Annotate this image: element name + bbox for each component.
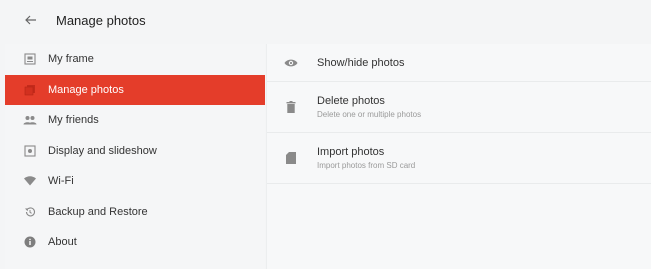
sidebar-item-my-friends[interactable]: My friends [5, 105, 265, 136]
wifi-icon [23, 174, 37, 188]
arrow-left-icon [25, 15, 36, 25]
show-hide-photos-item[interactable]: Show/hide photos [267, 44, 651, 82]
trash-icon [284, 100, 298, 114]
frame-icon [23, 52, 37, 66]
top-bar: Manage photos [0, 0, 651, 40]
people-icon [23, 113, 37, 127]
sidebar-item-label: Display and slideshow [48, 144, 157, 157]
item-subtitle: Delete one or multiple photos [317, 110, 422, 119]
sidebar-item-label: About [48, 236, 77, 249]
sidebar-item-label: My frame [48, 53, 94, 66]
eye-icon [284, 56, 298, 70]
sidebar-item-label: My friends [48, 114, 99, 127]
photos-icon [23, 83, 37, 97]
sidebar-item-label: Manage photos [48, 83, 124, 96]
sidebar-item-about[interactable]: About [5, 227, 265, 258]
sidebar-item-label: Wi-Fi [48, 175, 74, 188]
sidebar-item-wifi[interactable]: Wi-Fi [5, 166, 265, 197]
settings-sidebar: My frame Manage photos My friends Displa… [5, 44, 265, 269]
sidebar-item-manage-photos[interactable]: Manage photos [5, 74, 265, 105]
item-subtitle: Import photos from SD card [317, 161, 416, 170]
sd-card-icon [284, 151, 298, 165]
back-button[interactable] [22, 11, 40, 29]
delete-photos-item[interactable]: Delete photos Delete one or multiple pho… [267, 82, 651, 133]
page-title: Manage photos [56, 12, 146, 28]
sidebar-item-display-and-slideshow[interactable]: Display and slideshow [5, 136, 265, 167]
item-label: Show/hide photos [317, 56, 405, 69]
sidebar-item-backup-and-restore[interactable]: Backup and Restore [5, 197, 265, 228]
display-icon [23, 144, 37, 158]
item-label: Import photos [317, 146, 385, 158]
restore-icon [23, 205, 37, 219]
item-label: Delete photos [317, 95, 385, 107]
manage-photos-panel: Show/hide photos Delete photos Delete on… [266, 44, 651, 269]
import-photos-item[interactable]: Import photos Import photos from SD card [267, 133, 651, 184]
sidebar-item-label: Backup and Restore [48, 205, 148, 218]
sidebar-item-my-frame[interactable]: My frame [5, 44, 265, 75]
info-icon [23, 235, 37, 249]
